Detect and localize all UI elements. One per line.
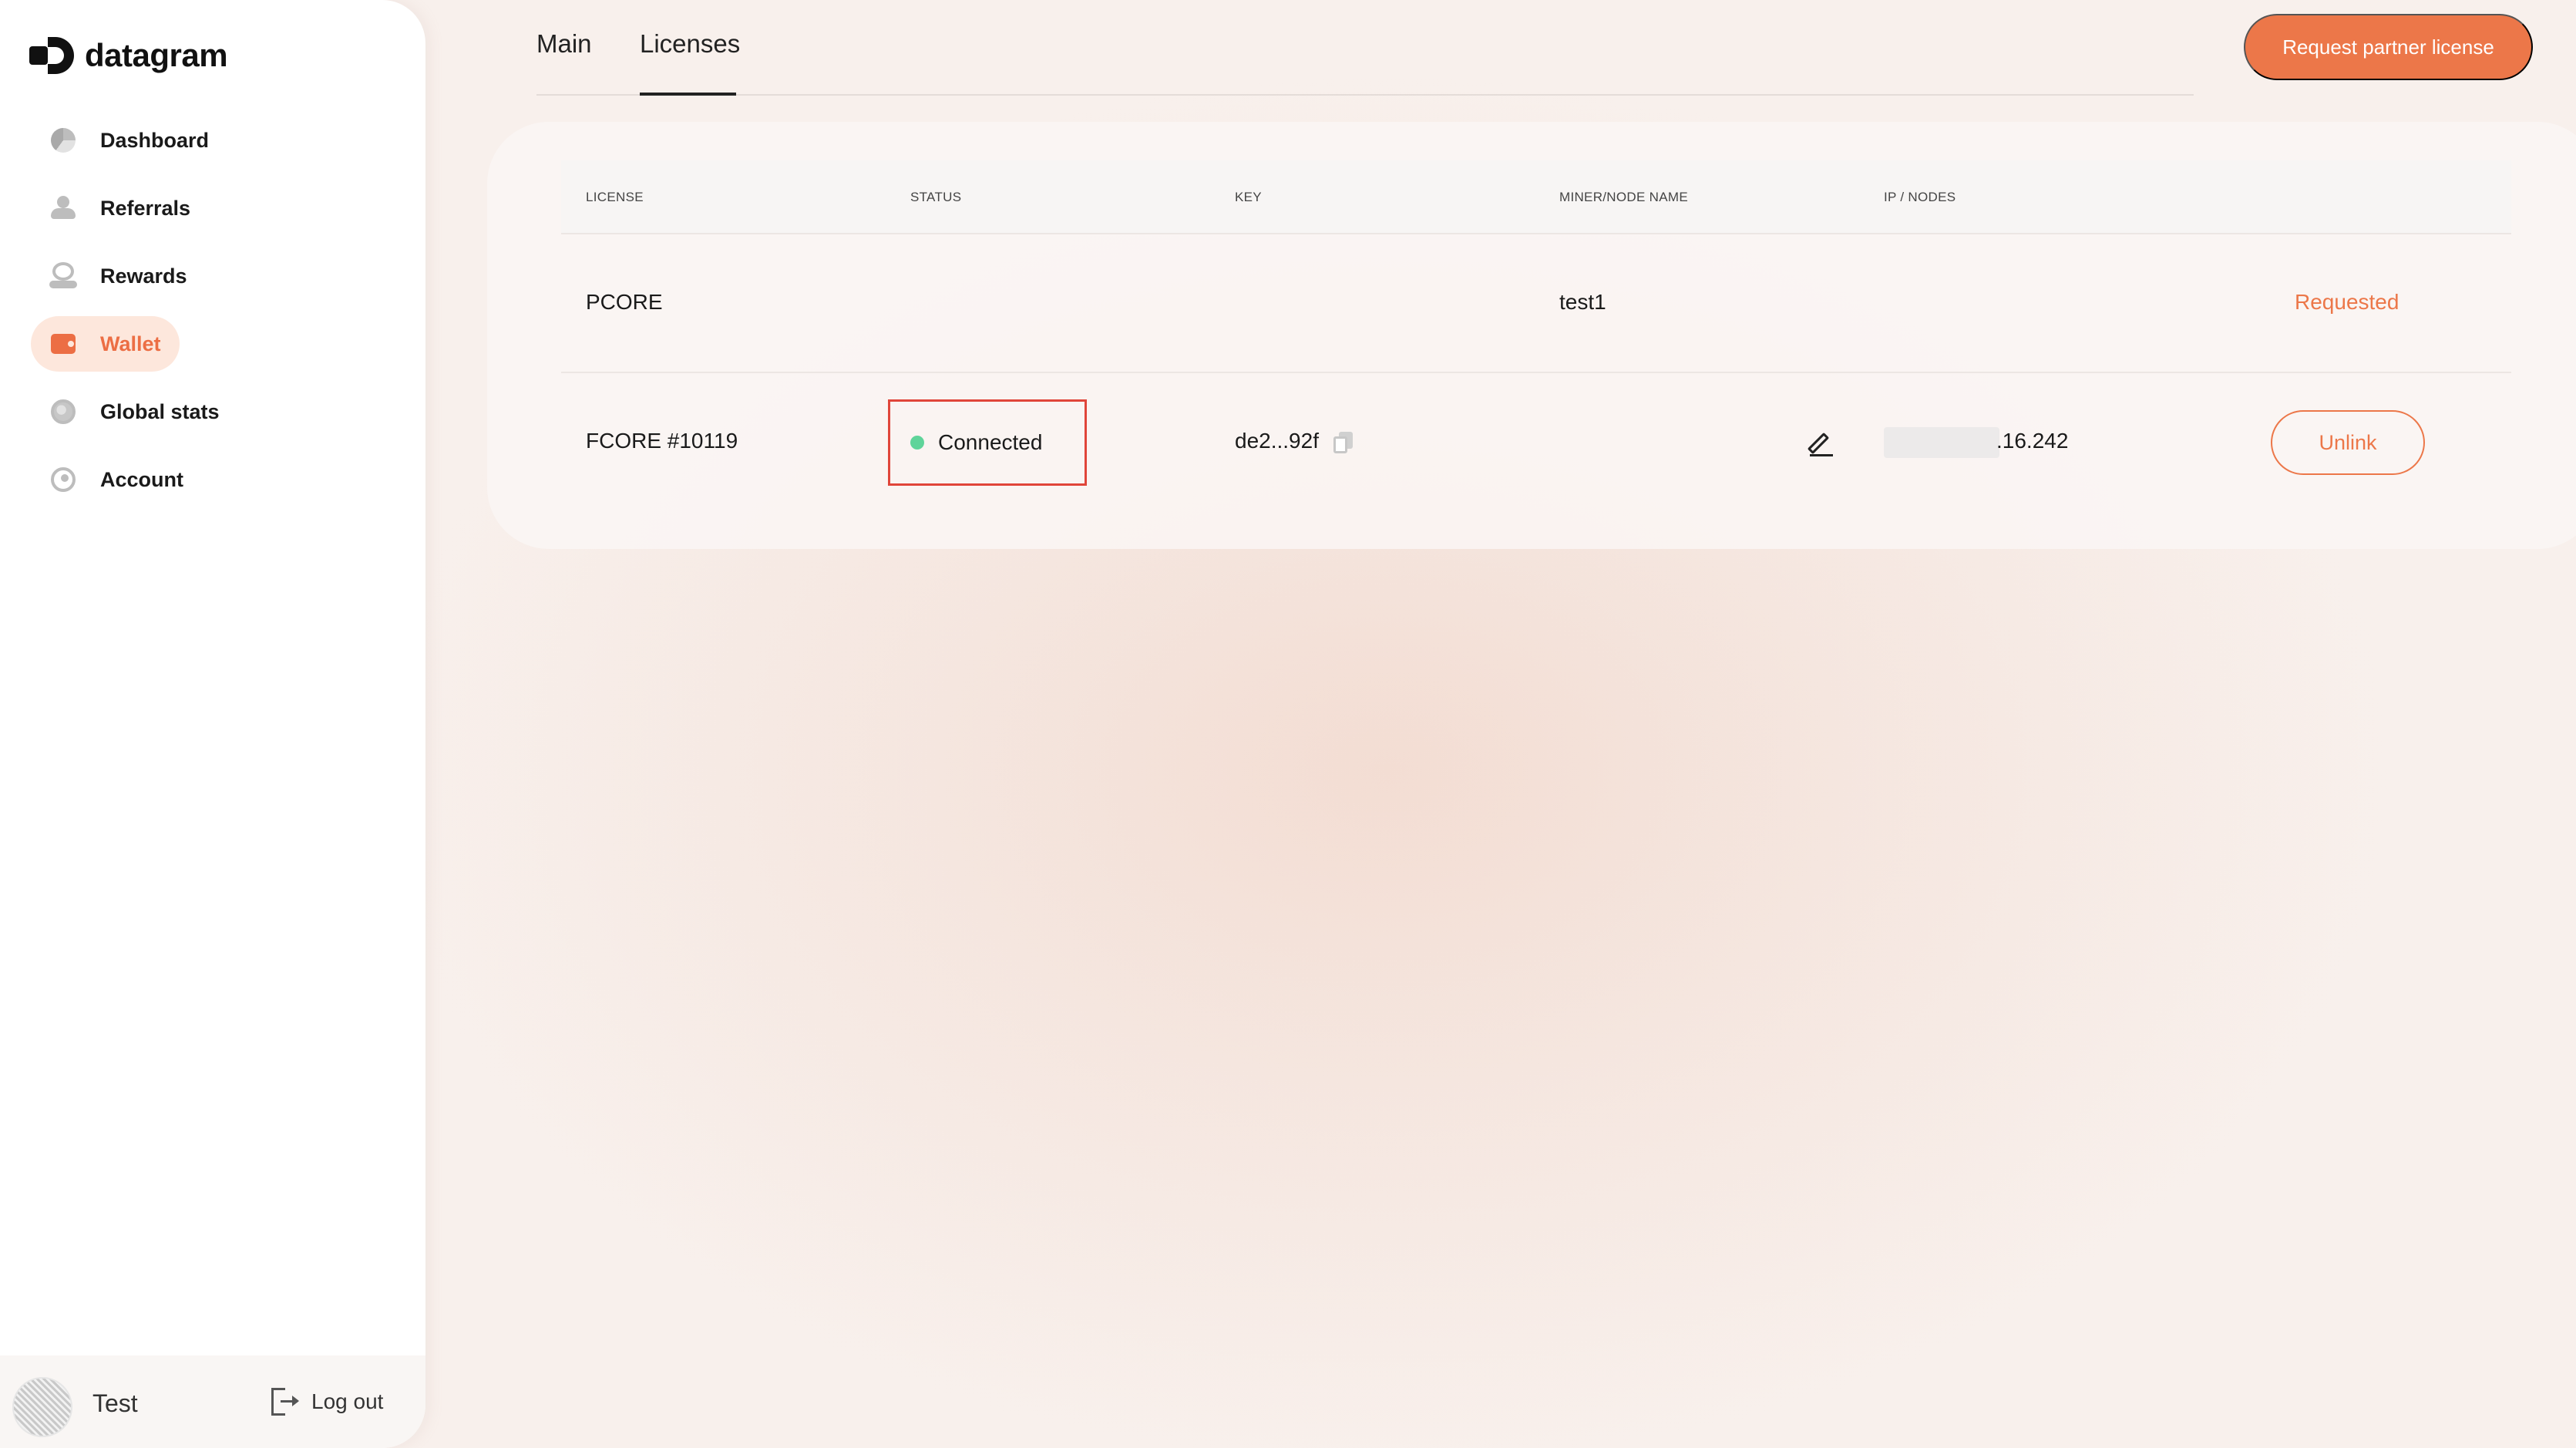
column-header-miner-node-name: MINER/NODE NAME [1559, 190, 1688, 204]
referrals-icon [49, 194, 77, 222]
column-header-license: LICENSE [586, 190, 644, 204]
logout-button[interactable]: Log out [270, 1386, 383, 1417]
sidebar-item-account[interactable]: Account [31, 452, 202, 507]
logout-icon [270, 1386, 301, 1417]
sidebar-item-label: Global stats [100, 399, 220, 423]
unlink-button[interactable]: Unlink [2271, 410, 2425, 475]
logout-label: Log out [311, 1389, 384, 1413]
table-row: FCORE #10119 Connected de2...92f .16.242… [561, 373, 2511, 512]
license-cell: PCORE [586, 290, 663, 314]
column-header-status: STATUS [910, 190, 962, 204]
rewards-icon [49, 262, 77, 290]
sidebar-item-rewards[interactable]: Rewards [31, 248, 206, 304]
tab-licenses[interactable]: Licenses [640, 29, 740, 59]
dashboard-icon [49, 126, 77, 154]
table-header: LICENSE STATUS KEY MINER/NODE NAME IP / … [561, 160, 2511, 234]
sidebar-item-referrals[interactable]: Referrals [31, 180, 209, 236]
sidebar-nav: Dashboard Referrals Rewards Wallet Globa… [31, 113, 401, 520]
sidebar-item-label: Account [100, 467, 183, 491]
sidebar-item-label: Dashboard [100, 128, 210, 152]
sidebar-item-global-stats[interactable]: Global stats [31, 384, 238, 439]
sidebar-item-label: Wallet [100, 332, 161, 355]
tab-main[interactable]: Main [536, 29, 592, 59]
sidebar: datagram Dashboard Referrals Rewards Wal… [0, 0, 425, 1448]
request-partner-license-button[interactable]: Request partner license [2244, 14, 2533, 80]
key-cell: de2...92f [1235, 429, 1319, 453]
column-header-key: KEY [1235, 190, 1262, 204]
ip-redacted [1884, 427, 1999, 458]
copy-icon[interactable] [1333, 432, 1354, 453]
user-name: Test [92, 1389, 138, 1417]
avatar[interactable] [12, 1377, 72, 1437]
table-row: PCORE test1 Requested [561, 234, 2511, 373]
wallet-icon [49, 330, 77, 358]
status-cell: Connected [888, 399, 1087, 486]
datagram-logo-icon [29, 34, 74, 77]
status-text: Connected [938, 430, 1043, 454]
sidebar-footer: Test Log out [0, 1355, 425, 1448]
active-tab-indicator [640, 93, 736, 96]
brand-name: datagram [85, 37, 228, 73]
sidebar-item-label: Rewards [100, 264, 187, 288]
sidebar-item-wallet[interactable]: Wallet [31, 316, 180, 372]
license-cell: FCORE #10119 [586, 429, 738, 453]
status-dot-icon [910, 436, 924, 450]
requested-status: Requested [2295, 290, 2399, 314]
ip-cell: .16.242 [1996, 429, 2069, 453]
edit-icon[interactable] [1807, 430, 1834, 456]
brand-logo[interactable]: datagram [29, 34, 228, 77]
sidebar-item-label: Referrals [100, 196, 191, 220]
sidebar-item-dashboard[interactable]: Dashboard [31, 113, 227, 168]
globe-icon [49, 398, 77, 426]
tab-bar: Main Licenses [536, 0, 2194, 96]
node-name-cell: test1 [1559, 290, 1606, 314]
column-header-ip-nodes: IP / NODES [1884, 190, 1956, 204]
account-icon [49, 466, 77, 493]
